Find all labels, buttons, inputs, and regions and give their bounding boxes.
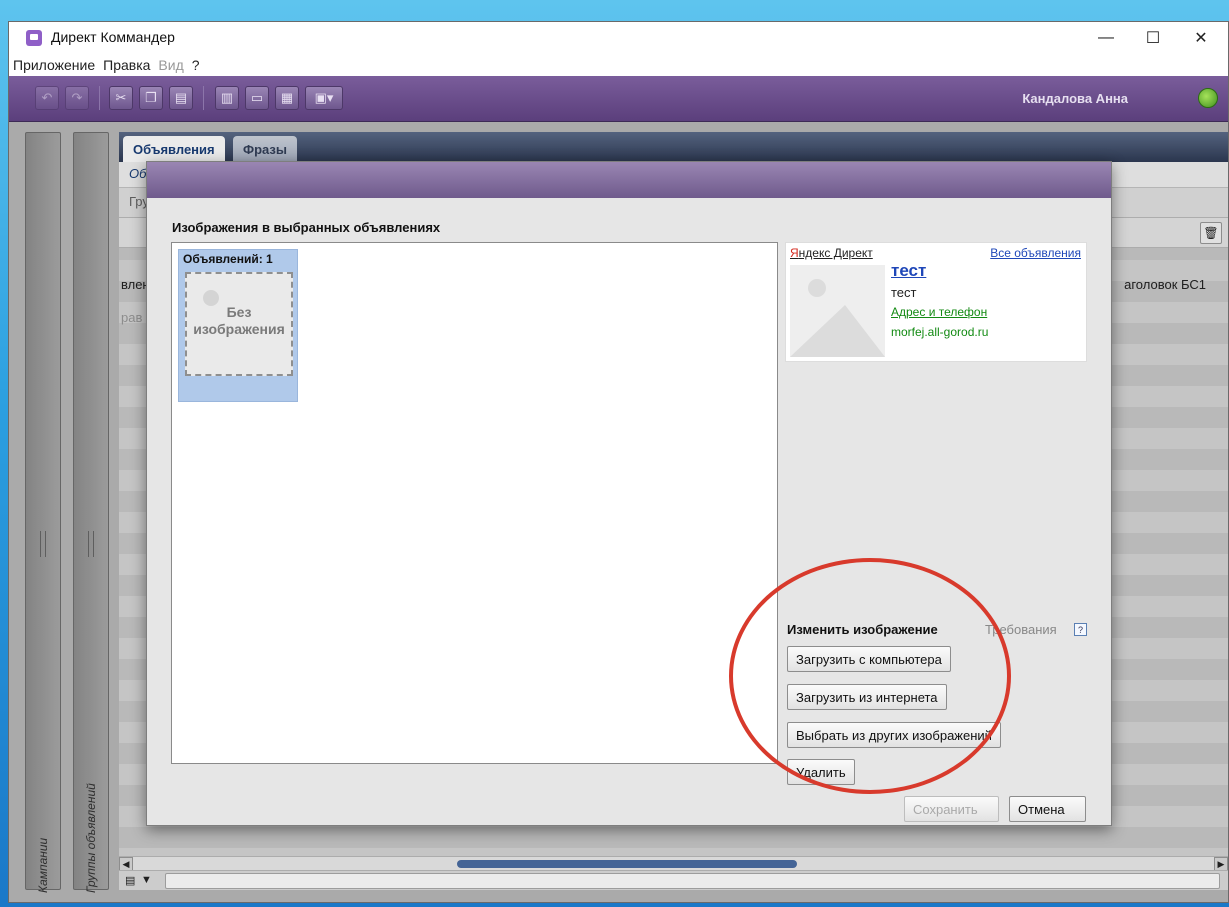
dialog-heading: Изображения в выбранных объявлениях	[172, 220, 441, 235]
title-bar: Директ Коммандер — ☐ ✕	[9, 22, 1228, 54]
image-placeholder-icon: Без изображения	[185, 272, 293, 376]
table-icon[interactable]: ▦	[275, 86, 299, 110]
undo-icon[interactable]: ↶	[35, 86, 59, 110]
no-image-line1: Без	[226, 304, 252, 320]
paste-icon[interactable]: ▤	[169, 86, 193, 110]
preview-text: тест	[891, 285, 917, 300]
preview-title[interactable]: тест	[891, 261, 926, 281]
cancel-button[interactable]: Отмена	[1009, 796, 1086, 822]
preview-image-icon	[790, 265, 885, 357]
dialog-header	[147, 162, 1111, 198]
menu-bar: Приложение Правка Вид ?	[9, 54, 1228, 76]
ad-preview: Яндекс Директ Все объявления тест тест А…	[785, 242, 1087, 362]
no-image-label: Без изображения	[187, 304, 291, 338]
user-name: Кандалова Анна	[1022, 91, 1128, 106]
connection-status-icon[interactable]	[1198, 88, 1218, 108]
preview-domain: morfej.all-gorod.ru	[891, 325, 989, 339]
chart-icon[interactable]: ▥	[215, 86, 239, 110]
ads-image-list[interactable]: Объявлений: 1 Без изображения	[171, 242, 778, 764]
columns-icon[interactable]: ▭	[245, 86, 269, 110]
window-title: Директ Коммандер	[51, 29, 175, 45]
ad-image-item[interactable]: Объявлений: 1 Без изображения	[178, 249, 298, 402]
help-icon[interactable]: ?	[1074, 623, 1087, 636]
maximize-button[interactable]: ☐	[1130, 22, 1176, 54]
no-image-line2: изображения	[193, 321, 285, 337]
annotation-circle	[729, 558, 1011, 794]
copy-icon[interactable]: ❐	[139, 86, 163, 110]
app-icon	[26, 30, 42, 46]
layout-dropdown-icon[interactable]: ▣▾	[305, 86, 343, 110]
redo-icon[interactable]: ↷	[65, 86, 89, 110]
preview-image-circle	[808, 279, 826, 297]
app-window: Директ Коммандер — ☐ ✕ Приложение Правка…	[8, 21, 1229, 903]
toolbar: ↶ ↷ ✂ ❐ ▤ ▥ ▭ ▦ ▣▾ Кандалова Анна	[9, 76, 1228, 122]
minimize-button[interactable]: —	[1083, 22, 1129, 54]
ad-count-label: Объявлений: 1	[183, 252, 273, 266]
cut-icon[interactable]: ✂	[109, 86, 133, 110]
menu-view[interactable]: Вид	[158, 57, 183, 73]
preview-image-mountain	[790, 305, 885, 357]
preview-address-link[interactable]: Адрес и телефон	[891, 305, 987, 319]
toolbar-separator	[99, 86, 100, 110]
all-ads-link[interactable]: Все объявления	[990, 246, 1081, 260]
menu-edit[interactable]: Правка	[103, 57, 150, 73]
toolbar-separator	[203, 86, 204, 110]
close-button[interactable]: ✕	[1178, 22, 1224, 54]
save-button[interactable]: Сохранить	[904, 796, 999, 822]
yandex-direct-link[interactable]: Яндекс Директ	[790, 246, 873, 260]
menu-help[interactable]: ?	[192, 57, 200, 73]
menu-application[interactable]: Приложение	[13, 57, 95, 73]
